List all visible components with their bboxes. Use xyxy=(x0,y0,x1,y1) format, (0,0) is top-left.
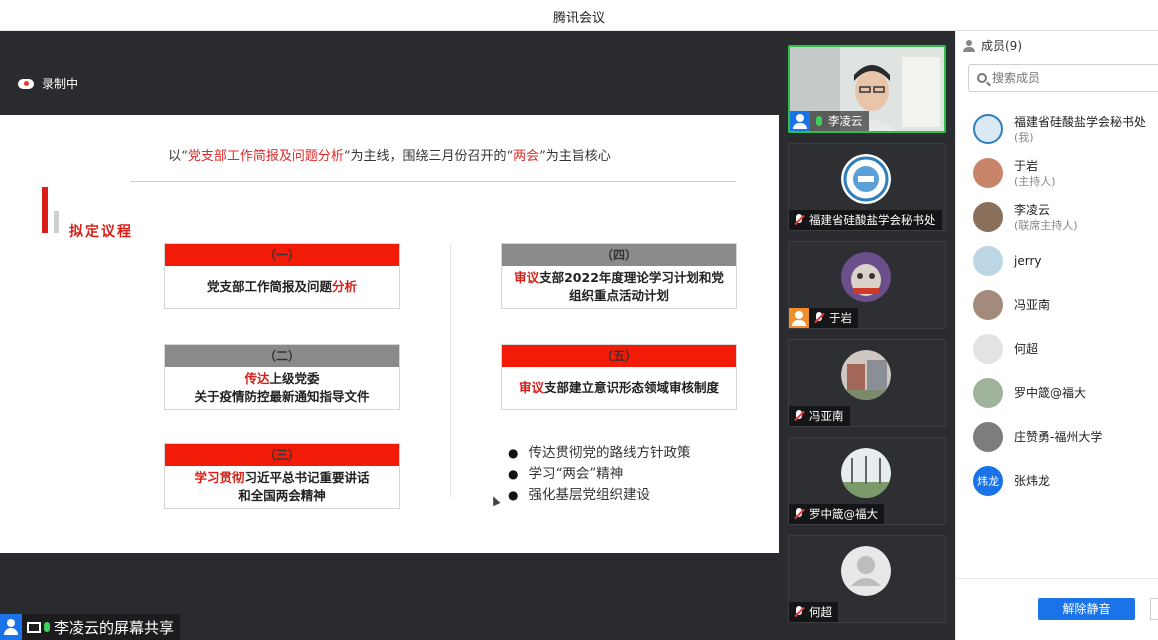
user-icon xyxy=(789,308,809,328)
mic-muted-icon xyxy=(793,409,805,423)
user-icon xyxy=(790,111,810,131)
avatar xyxy=(841,154,891,204)
avatar xyxy=(973,114,1003,144)
unmute-all-button[interactable]: 解除静音 xyxy=(1038,598,1135,620)
agenda-card-1: （一） 党支部工作简报及问题分析 xyxy=(164,243,400,309)
cloud-record-icon xyxy=(18,78,34,89)
agenda-card-body: 审议支部建立意识形态领域审核制度 xyxy=(518,380,720,395)
agenda-card-number: （一） xyxy=(165,244,399,266)
member-item[interactable]: 于岩 (主持人) xyxy=(956,151,1158,195)
agenda-card-number: （二） xyxy=(165,345,399,367)
video-tile-6[interactable]: 何超 xyxy=(788,535,946,623)
mic-on-icon xyxy=(44,622,50,632)
agenda-card-body: 审议支部2022年度理论学习计划和党 组织重点活动计划 xyxy=(514,270,724,303)
user-icon xyxy=(0,614,22,640)
video-tile-2[interactable]: 福建省硅酸盐学会秘书处 xyxy=(788,143,946,231)
agenda-card-2: （二） 传达上级党委 关于疫情防控最新通知指导文件 xyxy=(164,344,400,410)
avatar xyxy=(841,350,891,400)
video-tile-3[interactable]: 于岩 xyxy=(788,241,946,329)
video-tile-label: 罗中箴@福大 xyxy=(789,504,884,524)
mic-muted-icon xyxy=(793,507,805,521)
member-item[interactable]: 庄赞勇-福州大学 xyxy=(956,415,1158,459)
agenda-card-body: 学习贯彻习近平总书记重要讲话 和全国两会精神 xyxy=(194,470,370,503)
video-tile-1[interactable]: 李凌云 xyxy=(788,45,946,133)
agenda-card-body: 传达上级党委 关于疫情防控最新通知指导文件 xyxy=(194,371,370,404)
bullet-item: 学习“两会”精神 xyxy=(508,464,690,485)
member-list: 福建省硅酸盐学会秘书处 (我) 于岩 (主持人) 李凌云 (联席主持人) jerry … xyxy=(956,107,1158,503)
bullet-item: 传达贯彻党的路线方针政策 xyxy=(508,443,690,464)
video-tile-label: 何超 xyxy=(789,602,838,622)
members-icon xyxy=(963,39,975,52)
recording-indicator: 录制中 xyxy=(18,75,78,92)
column-divider xyxy=(450,245,451,497)
screen-share-badge: 李凌云的屏幕共享 xyxy=(0,614,181,640)
bullet-item: 强化基层党组织建设 xyxy=(508,485,690,506)
mic-muted-icon xyxy=(793,605,805,619)
mic-muted-icon xyxy=(793,213,805,227)
members-header: 成员(9) xyxy=(963,37,1022,54)
members-panel: 成员(9) 福建省硅酸盐学会秘书处(我) 于岩(主持人) 李凌云(联席主持人) … xyxy=(955,31,1158,640)
recording-label: 录制中 xyxy=(42,77,79,91)
member-search-box[interactable] xyxy=(968,64,1158,92)
video-tile-label: 于岩 xyxy=(789,308,858,328)
avatar xyxy=(973,246,1003,276)
avatar xyxy=(973,334,1003,364)
member-item[interactable]: 福建省硅酸盐学会秘书处 (我) xyxy=(956,107,1158,151)
avatar xyxy=(841,448,891,498)
video-tile-label: 福建省硅酸盐学会秘书处 xyxy=(789,210,942,230)
members-count: 成员(9) xyxy=(981,39,1022,53)
agenda-card-number: （三） xyxy=(165,444,399,466)
screen-share-icon xyxy=(27,621,41,633)
video-tile-label: 李凌云 xyxy=(790,111,869,131)
avatar xyxy=(973,422,1003,452)
accent-bar-red xyxy=(42,187,48,233)
avatar xyxy=(841,546,891,596)
mic-on-icon xyxy=(816,116,822,126)
more-button[interactable] xyxy=(1150,598,1158,620)
video-tile-label: 冯亚南 xyxy=(789,406,850,426)
member-item[interactable]: 李凌云 (联席主持人) xyxy=(956,195,1158,239)
video-panel: 李凌云 福建省硅酸盐学会秘书处 于岩 冯亚南 罗中箴@福大 何超 xyxy=(779,31,955,640)
avatar xyxy=(973,158,1003,188)
member-search-input[interactable] xyxy=(992,71,1142,85)
member-item[interactable]: jerry xyxy=(956,239,1158,283)
avatar xyxy=(841,252,891,302)
screen-share-area: 录制中 以“党支部工作简报及问题分析”为主线，围绕三月份召开的“两会”为主旨核心… xyxy=(0,31,779,640)
agenda-card-body: 党支部工作简报及问题分析 xyxy=(206,279,358,294)
accent-bar-gray xyxy=(54,211,59,233)
agenda-card-number: （四） xyxy=(502,244,736,266)
avatar xyxy=(973,290,1003,320)
mic-muted-icon xyxy=(813,311,825,325)
avatar xyxy=(973,202,1003,232)
shared-slide: 以“党支部工作简报及问题分析”为主线，围绕三月份召开的“两会”为主旨核心 拟定议… xyxy=(0,115,779,553)
agenda-card-number: （五） xyxy=(502,345,736,367)
title-bar: 腾讯会议 xyxy=(0,0,1158,31)
agenda-card-5: （五） 审议支部建立意识形态领域审核制度 xyxy=(501,344,737,410)
window-title: 腾讯会议 xyxy=(552,11,605,26)
screen-share-label: 李凌云的屏幕共享 xyxy=(54,618,175,637)
heading-divider xyxy=(130,181,736,182)
video-tile-4[interactable]: 冯亚南 xyxy=(788,339,946,427)
member-item[interactable]: 炜龙 张炜龙 xyxy=(956,459,1158,503)
slide-heading: 以“党支部工作简报及问题分析”为主线，围绕三月份召开的“两会”为主旨核心 xyxy=(168,149,611,164)
member-item[interactable]: 罗中箴@福大 xyxy=(956,371,1158,415)
agenda-card-4: （四） 审议支部2022年度理论学习计划和党 组织重点活动计划 xyxy=(501,243,737,309)
agenda-title: 拟定议程 xyxy=(69,224,133,240)
members-footer: 解除静音 xyxy=(956,578,1158,640)
search-icon xyxy=(977,73,987,83)
avatar xyxy=(973,378,1003,408)
agenda-card-3: （三） 学习贯彻习近平总书记重要讲话 和全国两会精神 xyxy=(164,443,400,509)
member-item[interactable]: 何超 xyxy=(956,327,1158,371)
avatar: 炜龙 xyxy=(973,466,1003,496)
video-tile-5[interactable]: 罗中箴@福大 xyxy=(788,437,946,525)
summary-bullets: 传达贯彻党的路线方针政策 学习“两会”精神 强化基层党组织建设 xyxy=(508,443,690,506)
member-item[interactable]: 冯亚南 xyxy=(956,283,1158,327)
